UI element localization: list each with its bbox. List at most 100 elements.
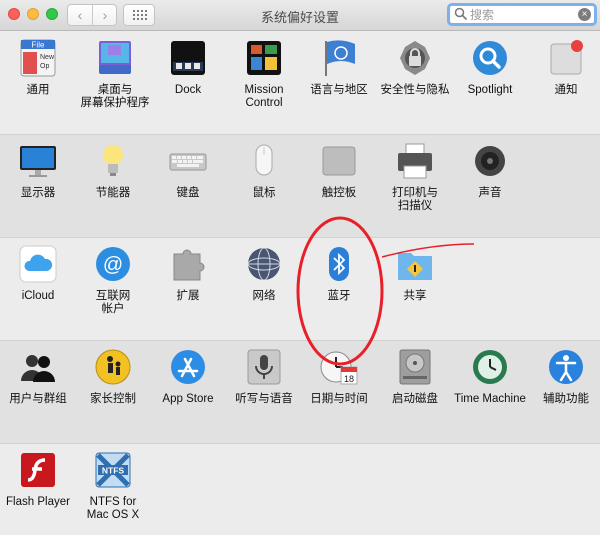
pref-pane-dock[interactable]: Dock <box>150 38 226 97</box>
keyboard-icon <box>168 141 208 181</box>
mission-control-icon <box>244 38 284 78</box>
search-input[interactable] <box>470 7 570 22</box>
pref-pane-desktop-screensaver[interactable]: 桌面与 屏幕保护程序 <box>77 38 153 110</box>
pref-pane-label: 辅助功能 <box>543 393 589 405</box>
pref-pane-label: 听写与语音 <box>235 393 293 405</box>
parental-controls-icon <box>93 347 133 387</box>
startup-disk-icon <box>395 347 435 387</box>
pref-pane-label: 打印机与 扫描仪 <box>392 187 438 212</box>
pref-pane-label: 启动磁盘 <box>392 393 438 405</box>
notifications-icon <box>546 38 586 78</box>
svg-text:New: New <box>40 54 55 61</box>
pref-pane-time-machine[interactable]: Time Machine <box>452 347 528 406</box>
svg-text:@: @ <box>103 254 123 276</box>
icloud-icon <box>18 244 58 284</box>
time-machine-icon <box>470 347 510 387</box>
bluetooth-icon <box>319 244 359 284</box>
pref-pane-parental-controls[interactable]: 家长控制 <box>75 347 151 406</box>
pref-pane-notifications[interactable]: 通知 <box>528 38 600 97</box>
pref-pane-label: 桌面与 屏幕保护程序 <box>80 84 150 109</box>
displays-icon <box>18 141 58 181</box>
svg-text:File: File <box>32 41 45 50</box>
pref-pane-network[interactable]: 网络 <box>226 244 302 303</box>
flash-player-icon <box>18 450 58 490</box>
search-icon <box>454 7 468 21</box>
sharing-icon <box>395 244 435 284</box>
pref-pane-language-region[interactable]: 语言与地区 <box>301 38 377 97</box>
window-title: 系统偏好设置 <box>260 10 339 25</box>
pref-pane-label: 家长控制 <box>90 393 136 405</box>
title-bar: ‹ › 系统偏好设置 × <box>0 0 600 31</box>
app-store-icon <box>168 347 208 387</box>
accessibility-icon <box>546 347 586 387</box>
trackpad-icon <box>319 141 359 181</box>
pref-pane-dictation-speech[interactable]: 听写与语音 <box>226 347 302 406</box>
pref-pane-startup-disk[interactable]: 启动磁盘 <box>377 347 453 406</box>
pref-pane-sharing[interactable]: 共享 <box>377 244 453 303</box>
svg-text:Op: Op <box>40 63 49 70</box>
show-all-button[interactable] <box>123 4 155 26</box>
pref-pane-label: 显示器 <box>20 187 56 199</box>
users-groups-icon <box>18 347 58 387</box>
zoom-window-button[interactable] <box>46 8 58 20</box>
ntfs-icon: NTFS <box>93 450 133 490</box>
pref-pane-label: 安全性与隐私 <box>380 84 450 96</box>
pref-pane-ntfs[interactable]: NTFS NTFS for Mac OS X <box>75 450 151 522</box>
pref-pane-displays[interactable]: 显示器 <box>0 141 76 200</box>
pref-pane-label: 用户与群组 <box>9 393 67 405</box>
pref-pane-icloud[interactable]: iCloud <box>0 244 76 303</box>
pref-pane-label: NTFS for Mac OS X <box>86 496 140 521</box>
pref-pane-label: 语言与地区 <box>310 84 368 96</box>
grid-icon <box>133 10 147 20</box>
pref-pane-energy-saver[interactable]: 节能器 <box>75 141 151 200</box>
pref-pane-spotlight[interactable]: Spotlight <box>452 38 528 97</box>
security-privacy-icon <box>395 38 435 78</box>
pref-pane-app-store[interactable]: App Store <box>150 347 226 406</box>
search-field[interactable]: × <box>447 3 597 26</box>
pref-pane-label: App Store <box>162 393 214 405</box>
pref-pane-mouse[interactable]: 鼠标 <box>226 141 302 200</box>
pref-pane-label: 日期与时间 <box>310 393 368 405</box>
back-button[interactable]: ‹ <box>68 6 92 24</box>
pref-pane-trackpad[interactable]: 触控板 <box>301 141 377 200</box>
pref-pane-keyboard[interactable]: 键盘 <box>150 141 226 200</box>
pref-pane-mission-control[interactable]: Mission Control <box>226 38 302 110</box>
svg-text:18: 18 <box>344 374 354 384</box>
desktop-screensaver-icon <box>95 38 135 78</box>
extensions-icon <box>168 244 208 284</box>
pref-pane-label: 扩展 <box>176 290 200 302</box>
internet-accounts-icon: @ <box>93 244 133 284</box>
pref-pane-bluetooth[interactable]: 蓝牙 <box>301 244 377 303</box>
pref-pane-sound[interactable]: 声音 <box>452 141 528 200</box>
spotlight-icon <box>470 38 510 78</box>
pref-pane-label: 触控板 <box>321 187 357 199</box>
pref-pane-general[interactable]: File New Op 通用 <box>0 38 76 97</box>
pref-pane-date-time[interactable]: 18 日期与时间 <box>301 347 377 406</box>
forward-button[interactable]: › <box>93 6 117 24</box>
language-region-icon <box>319 38 359 78</box>
pref-pane-users-groups[interactable]: 用户与群组 <box>0 347 76 406</box>
date-time-icon: 18 <box>319 347 359 387</box>
pref-pane-flash-player[interactable]: Flash Player <box>0 450 76 509</box>
close-window-button[interactable] <box>8 8 20 20</box>
pref-pane-label: 通用 <box>26 84 50 96</box>
pref-pane-security-privacy[interactable]: 安全性与隐私 <box>377 38 453 97</box>
clear-search-icon[interactable]: × <box>578 8 591 21</box>
pref-pane-label: Dock <box>174 84 202 96</box>
pref-pane-label: 互联网 帐户 <box>95 290 131 315</box>
pref-pane-label: Flash Player <box>6 496 70 508</box>
pref-pane-label: 网络 <box>252 290 276 302</box>
pref-pane-label: 鼠标 <box>252 187 276 199</box>
pref-pane-label: 节能器 <box>95 187 131 199</box>
network-icon <box>244 244 284 284</box>
pref-pane-label: Spotlight <box>467 84 513 96</box>
pref-pane-label: 键盘 <box>176 187 200 199</box>
printers-scanners-icon <box>395 141 435 181</box>
pref-pane-internet-accounts[interactable]: @ 互联网 帐户 <box>75 244 151 316</box>
pref-pane-extensions[interactable]: 扩展 <box>150 244 226 303</box>
pref-pane-label: Time Machine <box>454 393 526 405</box>
pref-pane-accessibility[interactable]: 辅助功能 <box>528 347 600 406</box>
minimize-window-button[interactable] <box>27 8 39 20</box>
pref-pane-label: iCloud <box>21 290 55 302</box>
pref-pane-printers-scanners[interactable]: 打印机与 扫描仪 <box>377 141 453 213</box>
